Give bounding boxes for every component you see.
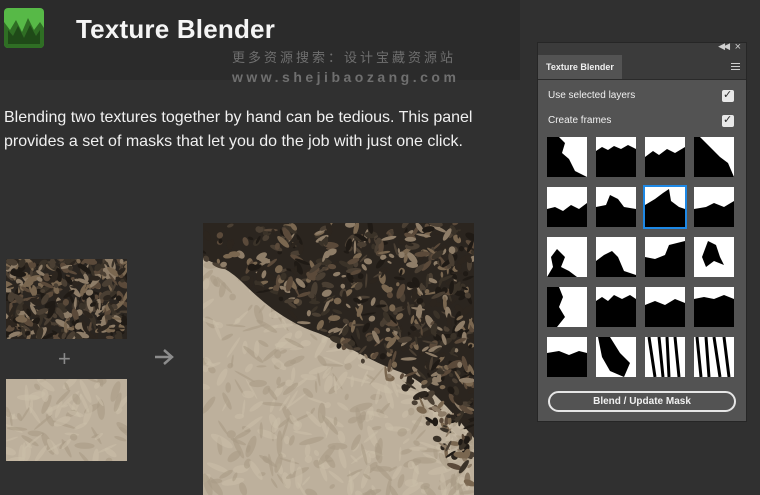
mask-tile[interactable] <box>596 237 636 277</box>
watermark-text: 更多资源搜索：设计宝藏资源站 <box>232 50 457 65</box>
mask-tile[interactable] <box>596 287 636 327</box>
mask-tile[interactable] <box>694 237 734 277</box>
mask-tile[interactable] <box>645 137 685 177</box>
mask-tile[interactable] <box>547 137 587 177</box>
plus-sign: + <box>58 346 71 371</box>
panel-tab-bar: Texture Blender <box>538 55 746 80</box>
mask-tile[interactable] <box>645 287 685 327</box>
mask-tile[interactable] <box>645 337 685 377</box>
app-title: Texture Blender <box>76 14 276 44</box>
mask-tile[interactable] <box>596 337 636 377</box>
create-frames-checkbox[interactable]: ✓ <box>722 114 734 127</box>
checkmark-icon: ✓ <box>723 114 733 126</box>
checkmark-icon: ✓ <box>723 89 733 101</box>
texture-blender-panel: ◀◀ × Texture Blender Use selected layers… <box>537 41 747 422</box>
close-icon[interactable]: × <box>735 41 741 53</box>
use-selected-layers-label: Use selected layers <box>548 90 636 101</box>
mask-tile[interactable] <box>547 337 587 377</box>
collapse-panel-icon[interactable]: ◀◀ <box>718 41 730 52</box>
mask-tile[interactable] <box>547 237 587 277</box>
option-create-frames: Create frames ✓ <box>548 114 738 130</box>
mask-tile[interactable] <box>694 137 734 177</box>
leaf-litter-texture <box>6 259 127 339</box>
mask-tile[interactable] <box>596 187 636 227</box>
tab-texture-blender[interactable]: Texture Blender <box>538 55 622 79</box>
blend-update-mask-button[interactable]: Blend / Update Mask <box>548 391 736 412</box>
mask-tile[interactable] <box>694 187 734 227</box>
mask-tile[interactable] <box>645 237 685 277</box>
panel-menu-icon[interactable] <box>731 63 740 70</box>
description-text: Blending two textures together by hand c… <box>4 109 473 150</box>
sand-texture <box>6 379 127 461</box>
watermark-url: www.shejibaozang.com <box>232 69 460 85</box>
mask-tile[interactable] <box>643 185 687 229</box>
mask-tile[interactable] <box>547 287 587 327</box>
mask-tile[interactable] <box>694 337 734 377</box>
panel-title-bar: ◀◀ × <box>538 41 746 55</box>
mask-tile[interactable] <box>596 137 636 177</box>
texture-blender-logo-icon <box>4 8 44 48</box>
mask-tile[interactable] <box>694 287 734 327</box>
option-use-selected-layers: Use selected layers ✓ <box>548 89 738 105</box>
mask-tile[interactable] <box>547 187 587 227</box>
blended-result-texture <box>203 223 474 495</box>
create-frames-label: Create frames <box>548 115 612 126</box>
arrow-right-icon <box>153 347 175 372</box>
use-selected-layers-checkbox[interactable]: ✓ <box>722 89 734 102</box>
